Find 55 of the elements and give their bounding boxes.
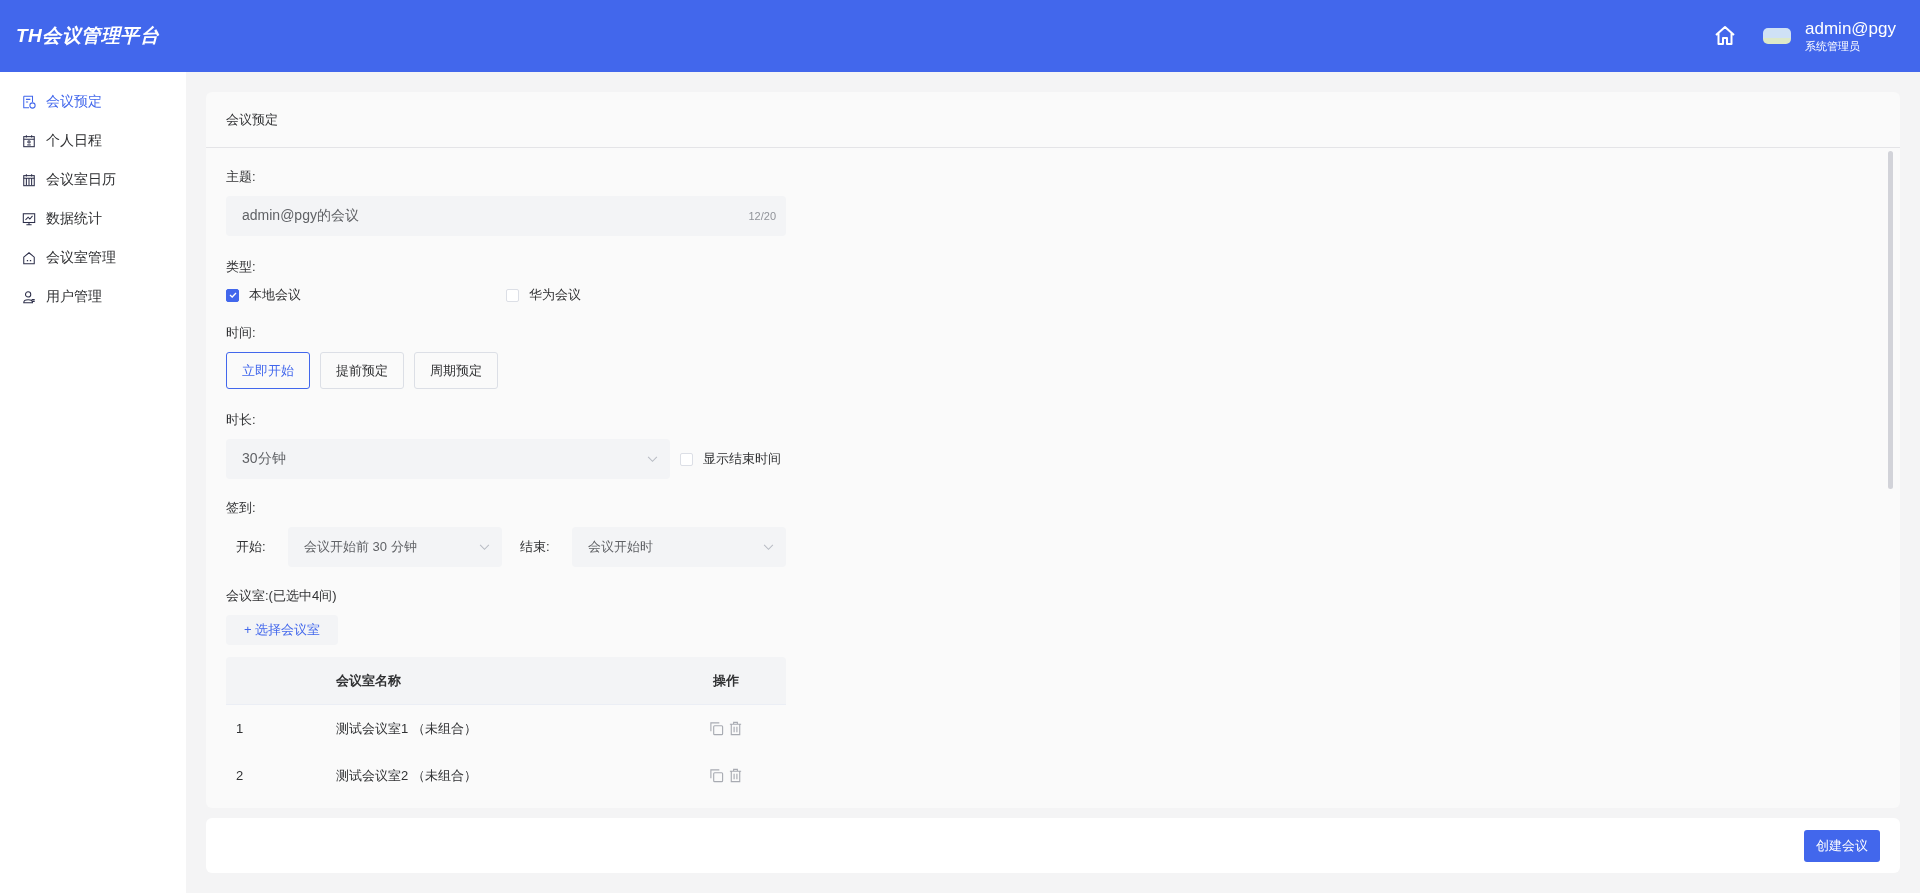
field-label: 时长: <box>226 411 256 429</box>
checkbox-label: 本地会议 <box>249 286 301 304</box>
field-label: 时间: <box>226 324 256 342</box>
copy-icon[interactable] <box>709 721 724 736</box>
time-mode-button[interactable]: 周期预定 <box>414 352 498 389</box>
sidebar-item[interactable]: 会议室管理 <box>0 238 186 277</box>
trash-icon[interactable] <box>728 768 743 783</box>
monitor-chart-icon <box>22 211 36 226</box>
sidebar-item[interactable]: 数据统计 <box>0 199 186 238</box>
document-clock-icon <box>22 94 36 109</box>
field-label: 结束: <box>519 538 551 556</box>
checkbox-label: 华为会议 <box>529 286 581 304</box>
subject-input[interactable]: admin@pgy的会议 12/20 <box>226 196 786 236</box>
user-icon <box>22 289 36 304</box>
checkin-start-select[interactable]: 会议开始前 30 分钟 <box>288 527 502 567</box>
chevron-down-icon <box>647 455 658 463</box>
input-value: admin@pgy的会议 <box>242 207 359 225</box>
field-label: 类型: <box>226 258 256 276</box>
calendar-person-icon <box>22 133 36 148</box>
table-cell: 测试会议室2 （未组合） <box>336 767 477 783</box>
house-icon <box>22 250 36 265</box>
copy-icon[interactable] <box>709 768 724 783</box>
checkbox-label: 显示结束时间 <box>703 450 781 468</box>
field-label: 主题: <box>226 168 256 186</box>
checkin-end-select[interactable]: 会议开始时 <box>572 527 786 567</box>
table-cell: 测试会议室1 （未组合） <box>336 720 477 736</box>
user-name: admin@pgy <box>1805 19 1896 39</box>
time-mode-button[interactable]: 提前预定 <box>320 352 404 389</box>
checkbox[interactable] <box>226 288 239 302</box>
time-mode-button[interactable]: 立即开始 <box>226 352 310 389</box>
sidebar-item[interactable]: 会议室日历 <box>0 160 186 199</box>
sidebar-item[interactable]: 用户管理 <box>0 277 186 316</box>
card-title: 会议预定 <box>226 110 278 129</box>
chevron-down-icon <box>763 543 774 551</box>
chevron-down-icon <box>479 543 490 551</box>
table-cell: 1 <box>236 721 244 736</box>
checkmark-icon <box>227 290 238 300</box>
field-label: 会议室:(已选中4间) <box>226 587 337 605</box>
calendar-icon <box>22 172 36 187</box>
column-header: 操作 <box>713 671 739 690</box>
character-count: 12/20 <box>748 210 776 222</box>
duration-select[interactable]: 30分钟 <box>226 439 670 479</box>
column-header: 会议室名称 <box>336 672 401 688</box>
avatar-image[interactable] <box>1763 28 1792 44</box>
create-meeting-button[interactable]: 创建会议 <box>1804 829 1880 862</box>
select-room-button[interactable]: + 选择会议室 <box>226 615 339 645</box>
table-cell: 2 <box>236 768 244 783</box>
user-role: 系统管理员 <box>1805 39 1862 53</box>
sidebar-item[interactable]: 个人日程 <box>0 121 186 160</box>
sidebar-item[interactable]: 会议预定 <box>0 82 186 121</box>
scrollbar[interactable] <box>1888 151 1893 489</box>
field-label: 签到: <box>226 499 256 517</box>
app-logo: TH会议管理平台 <box>16 24 160 48</box>
trash-icon[interactable] <box>728 721 743 736</box>
field-label: 开始: <box>235 538 267 556</box>
